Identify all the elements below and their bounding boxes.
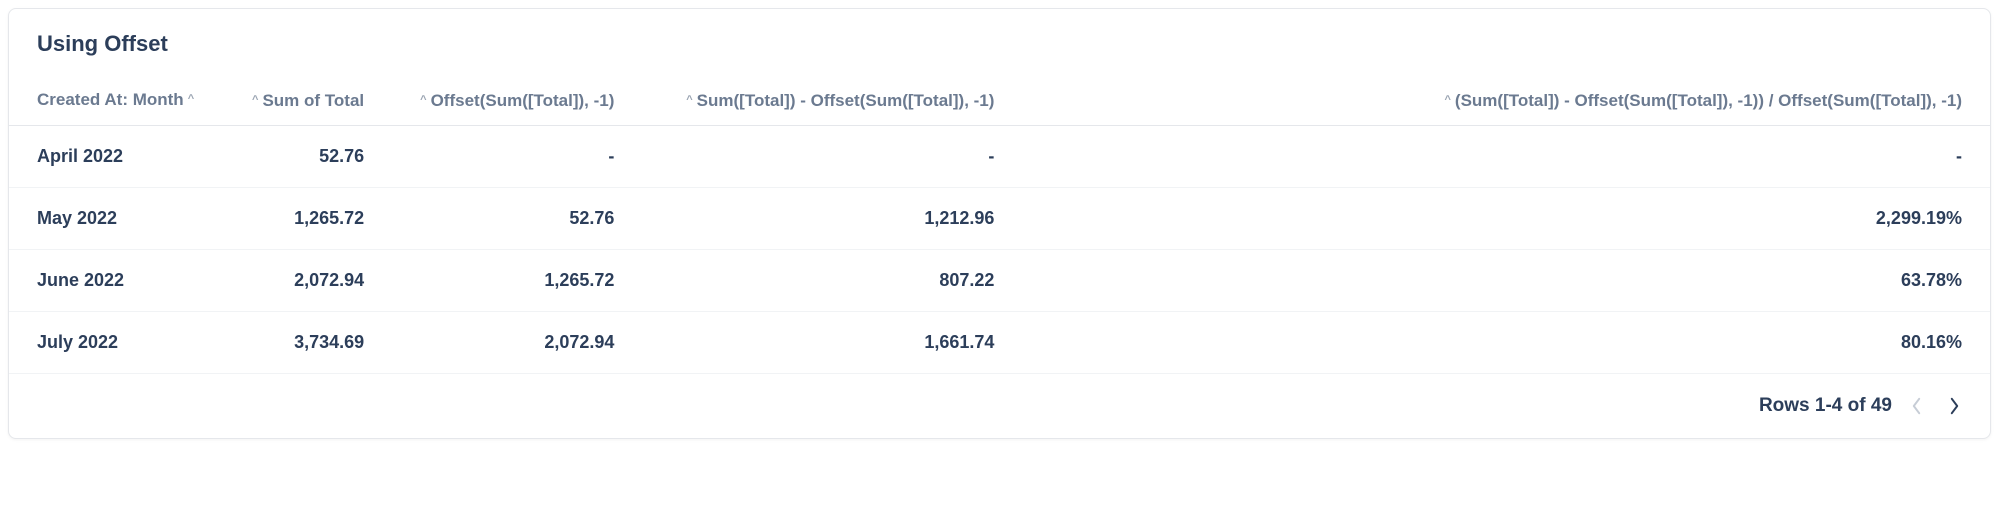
- table-row: April 2022 52.76 - - -: [9, 126, 1990, 188]
- cell-diff: 807.22: [642, 250, 1022, 312]
- sort-caret-icon: ^: [1444, 94, 1450, 106]
- table-row: May 2022 1,265.72 52.76 1,212.96 2,299.1…: [9, 188, 1990, 250]
- cell-offset: 1,265.72: [392, 250, 642, 312]
- table-header-row: Created At: Month ^ ^ Sum of Total ^ Off…: [9, 75, 1990, 126]
- cell-month: June 2022: [9, 250, 222, 312]
- next-page-button[interactable]: [1940, 392, 1968, 420]
- column-header-month[interactable]: Created At: Month ^: [9, 75, 222, 126]
- chevron-left-icon: [1911, 397, 1922, 415]
- column-header-label: (Sum([Total]) - Offset(Sum([Total]), -1)…: [1455, 91, 1962, 111]
- column-header-sum[interactable]: ^ Sum of Total: [222, 75, 392, 126]
- cell-sum: 3,734.69: [222, 312, 392, 374]
- column-header-diff[interactable]: ^ Sum([Total]) - Offset(Sum([Total]), -1…: [642, 75, 1022, 126]
- sort-caret-icon: ^: [188, 93, 194, 105]
- data-table: Created At: Month ^ ^ Sum of Total ^ Off…: [9, 75, 1990, 374]
- table-footer: Rows 1-4 of 49: [9, 374, 1990, 438]
- cell-offset: -: [392, 126, 642, 188]
- sort-caret-icon: ^: [420, 94, 426, 106]
- chevron-right-icon: [1949, 397, 1960, 415]
- table-row: June 2022 2,072.94 1,265.72 807.22 63.78…: [9, 250, 1990, 312]
- sort-caret-icon: ^: [686, 94, 692, 106]
- column-header-label: Offset(Sum([Total]), -1): [431, 91, 615, 111]
- column-header-label: Sum of Total: [262, 91, 364, 111]
- cell-sum: 1,265.72: [222, 188, 392, 250]
- cell-offset: 2,072.94: [392, 312, 642, 374]
- column-header-label: Sum([Total]) - Offset(Sum([Total]), -1): [697, 91, 995, 111]
- cell-offset: 52.76: [392, 188, 642, 250]
- cell-diff: 1,212.96: [642, 188, 1022, 250]
- cell-pct: -: [1022, 126, 1990, 188]
- rows-count-text: Rows 1-4 of 49: [1759, 395, 1892, 417]
- data-table-card: Using Offset Created At: Month ^ ^ Sum o…: [8, 8, 1991, 439]
- cell-diff: -: [642, 126, 1022, 188]
- cell-pct: 2,299.19%: [1022, 188, 1990, 250]
- sort-caret-icon: ^: [252, 94, 258, 106]
- table-row: July 2022 3,734.69 2,072.94 1,661.74 80.…: [9, 312, 1990, 374]
- cell-month: July 2022: [9, 312, 222, 374]
- cell-pct: 63.78%: [1022, 250, 1990, 312]
- cell-diff: 1,661.74: [642, 312, 1022, 374]
- cell-month: April 2022: [9, 126, 222, 188]
- cell-sum: 2,072.94: [222, 250, 392, 312]
- prev-page-button[interactable]: [1902, 392, 1930, 420]
- cell-pct: 80.16%: [1022, 312, 1990, 374]
- column-header-offset[interactable]: ^ Offset(Sum([Total]), -1): [392, 75, 642, 126]
- table-body: April 2022 52.76 - - - May 2022 1,265.72…: [9, 126, 1990, 374]
- cell-sum: 52.76: [222, 126, 392, 188]
- cell-month: May 2022: [9, 188, 222, 250]
- column-header-label: Created At: Month: [37, 90, 184, 110]
- card-title: Using Offset: [9, 9, 1990, 75]
- column-header-pct[interactable]: ^ (Sum([Total]) - Offset(Sum([Total]), -…: [1022, 75, 1990, 126]
